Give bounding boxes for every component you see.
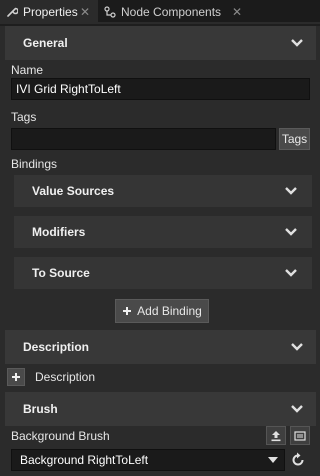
upload-icon[interactable] bbox=[266, 426, 286, 445]
chevron-down-icon bbox=[291, 343, 303, 351]
background-brush-dropdown[interactable]: Background RightToLeft bbox=[11, 449, 285, 471]
plus-icon bbox=[123, 307, 132, 315]
close-icon[interactable]: ✕ bbox=[80, 5, 90, 19]
background-brush-label: Background Brush bbox=[11, 429, 110, 443]
tags-button[interactable]: Tags bbox=[279, 128, 310, 150]
name-field[interactable]: IVI Grid RightToLeft bbox=[11, 78, 310, 100]
components-icon bbox=[104, 6, 116, 18]
chevron-down-icon bbox=[291, 405, 303, 413]
section-brush-title: Brush bbox=[23, 402, 58, 416]
plus-icon bbox=[12, 373, 20, 381]
description-add-label: Description bbox=[35, 370, 96, 384]
chevron-down-icon bbox=[285, 269, 297, 277]
add-binding-label: Add Binding bbox=[137, 304, 202, 318]
chevron-down-icon bbox=[285, 228, 297, 236]
chevron-down-icon bbox=[291, 39, 303, 47]
section-brush-header[interactable]: Brush bbox=[5, 392, 316, 426]
tab-properties-label: Properties bbox=[23, 5, 78, 19]
name-value: IVI Grid RightToLeft bbox=[16, 82, 121, 96]
tab-properties[interactable]: Properties ✕ bbox=[0, 0, 98, 24]
section-description-header[interactable]: Description bbox=[5, 330, 316, 364]
binding-section-title: Value Sources bbox=[32, 184, 115, 198]
binding-section-modifiers[interactable]: Modifiers bbox=[14, 216, 312, 248]
reset-icon[interactable] bbox=[289, 451, 307, 469]
background-brush-value: Background RightToLeft bbox=[20, 453, 149, 467]
name-label: Name bbox=[11, 63, 44, 77]
chevron-down-icon bbox=[285, 187, 297, 195]
tags-field[interactable] bbox=[11, 128, 276, 150]
binding-section-title: To Source bbox=[32, 266, 90, 280]
section-general-title: General bbox=[23, 36, 68, 50]
binding-section-title: Modifiers bbox=[32, 225, 86, 239]
binding-section-value-sources[interactable]: Value Sources bbox=[14, 175, 312, 207]
dropdown-arrow-icon bbox=[268, 457, 278, 463]
close-icon[interactable]: ✕ bbox=[232, 5, 242, 19]
add-binding-button[interactable]: Add Binding bbox=[115, 299, 209, 323]
resource-browser-icon[interactable] bbox=[290, 426, 310, 445]
binding-section-to-source[interactable]: To Source bbox=[14, 257, 312, 289]
tab-node-components[interactable]: Node Components ✕ bbox=[98, 0, 250, 24]
tab-node-components-label: Node Components bbox=[121, 5, 222, 19]
wrench-icon bbox=[6, 6, 18, 18]
add-description-button[interactable] bbox=[7, 368, 25, 386]
bindings-label: Bindings bbox=[11, 157, 58, 171]
tab-bar: Properties ✕ Node Components ✕ bbox=[0, 0, 320, 24]
section-general-header[interactable]: General bbox=[5, 26, 316, 60]
tags-label: Tags bbox=[11, 110, 37, 124]
section-description-title: Description bbox=[23, 340, 90, 354]
